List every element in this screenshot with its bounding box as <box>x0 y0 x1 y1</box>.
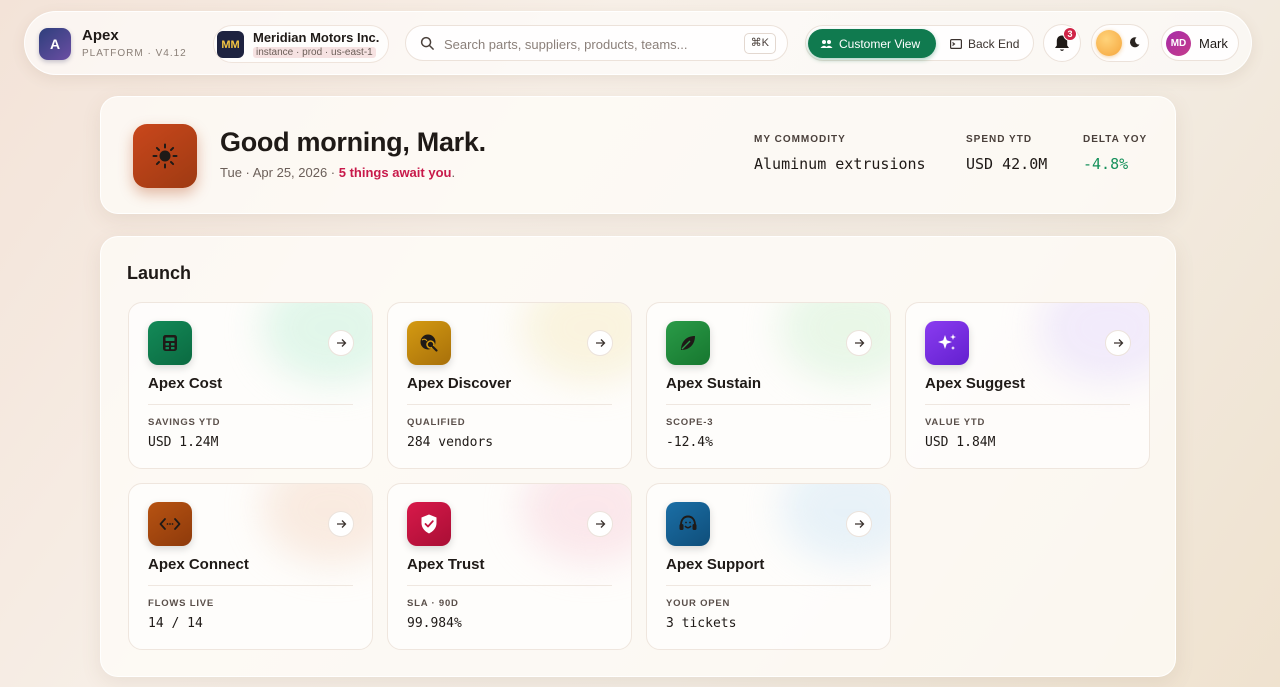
card-metric-value: 284 vendors <box>407 435 494 450</box>
brand-name: Apex <box>82 26 119 44</box>
globe-search-icon <box>407 321 451 365</box>
arrow-right-icon[interactable] <box>587 511 613 537</box>
stat-label: DELTA YOY <box>1083 134 1148 145</box>
arrow-right-icon[interactable] <box>846 330 872 356</box>
stat-delta-yoy: DELTA YOY -4.8% <box>1083 134 1147 173</box>
tenant-name: Meridian Motors Inc. <box>253 30 380 45</box>
stat-label: SPEND YTD <box>966 134 1033 145</box>
theme-toggle[interactable] <box>1091 24 1149 62</box>
card-metric-value: 3 tickets <box>666 616 737 631</box>
stat-value: USD 42.0M <box>966 155 1048 173</box>
brand[interactable]: A Apex PLATFORM · V4.12 <box>39 28 187 60</box>
stat-label: MY COMMODITY <box>754 134 846 145</box>
stat-commodity: MY COMMODITY Aluminum extrusions <box>754 134 926 173</box>
card-metric-label: VALUE YTD <box>925 417 986 428</box>
card-metric-value: 99.984% <box>407 616 462 631</box>
terminal-icon <box>950 38 962 49</box>
avatar: MD <box>1166 31 1191 56</box>
launch-card-apex-support[interactable]: Apex Support YOUR OPEN 3 tickets <box>646 483 891 650</box>
card-title: Apex Discover <box>407 375 512 392</box>
launch-card-apex-suggest[interactable]: Apex Suggest VALUE YTD USD 1.84M <box>905 302 1150 469</box>
card-metric-label: FLOWS LIVE <box>148 598 215 609</box>
shield-check-icon <box>407 502 451 546</box>
launch-card-apex-cost[interactable]: Apex Cost SAVINGS YTD USD 1.24M <box>128 302 373 469</box>
launch-panel: Launch Apex Cost SAVINGS YTD USD 1.24M A… <box>100 236 1176 677</box>
tenant-environment: instance · prod · us-east-1 <box>253 47 376 58</box>
divider <box>148 585 353 586</box>
launch-card-apex-sustain[interactable]: Apex Sustain SCOPE-3 -12.4% <box>646 302 891 469</box>
arrow-right-icon[interactable] <box>587 330 613 356</box>
greeting-subtitle: Tue · Apr 25, 2026 · 5 things await you. <box>220 165 455 180</box>
customer-view-label: Customer View <box>839 36 921 51</box>
card-metric-label: YOUR OPEN <box>666 598 731 609</box>
card-metric-value: USD 1.24M <box>148 435 219 450</box>
arrow-right-icon[interactable] <box>846 511 872 537</box>
divider <box>925 404 1130 405</box>
card-metric-value: -12.4% <box>666 435 713 450</box>
stat-spend-ytd: SPEND YTD USD 42.0M <box>966 134 1047 173</box>
notifications-button[interactable]: 3 <box>1043 24 1081 62</box>
divider <box>666 585 871 586</box>
card-title: Apex Connect <box>148 556 249 573</box>
calculator-icon <box>148 321 192 365</box>
launch-card-apex-connect[interactable]: Apex Connect FLOWS LIVE 14 / 14 <box>128 483 373 650</box>
user-name: Mark <box>1199 36 1228 51</box>
tenant-logo: MM <box>217 31 244 58</box>
sun-icon <box>133 124 197 188</box>
search-shortcut: ⌘K <box>743 33 776 54</box>
divider <box>407 585 612 586</box>
card-metric-label: QUALIFIED <box>407 417 466 428</box>
code-icon <box>148 502 192 546</box>
user-menu[interactable]: MD Mark <box>1161 25 1239 61</box>
search-icon <box>420 36 434 50</box>
greeting-title: Good morning, Mark. <box>220 127 486 157</box>
leaf-icon <box>666 321 710 365</box>
greeting-panel: Good morning, Mark. Tue · Apr 25, 2026 ·… <box>100 96 1176 214</box>
back-end-label: Back End <box>968 36 1020 51</box>
pending-items-link[interactable]: 5 things await you <box>339 165 452 180</box>
card-title: Apex Trust <box>407 556 485 573</box>
card-title: Apex Sustain <box>666 375 762 392</box>
global-search[interactable]: ⌘K <box>405 25 788 61</box>
card-metric-value: 14 / 14 <box>148 616 203 631</box>
notification-count-badge: 3 <box>1063 27 1077 41</box>
brand-version: PLATFORM · V4.12 <box>82 47 187 59</box>
card-metric-label: SAVINGS YTD <box>148 417 221 428</box>
divider <box>407 404 612 405</box>
card-metric-label: SCOPE-3 <box>666 417 714 428</box>
arrow-right-icon[interactable] <box>328 330 354 356</box>
greeting-date: Tue · Apr 25, 2026 · <box>220 165 339 180</box>
launch-title: Launch <box>127 263 192 283</box>
card-title: Apex Suggest <box>925 375 1026 392</box>
divider <box>148 404 353 405</box>
card-title: Apex Support <box>666 556 765 573</box>
launch-card-apex-trust[interactable]: Apex Trust SLA · 90D 99.984% <box>387 483 632 650</box>
divider <box>666 404 871 405</box>
customer-view-button[interactable]: Customer View <box>808 29 936 58</box>
tenant-switcher[interactable]: MM Meridian Motors Inc. instance · prod … <box>213 25 389 63</box>
search-input[interactable] <box>444 34 740 54</box>
moon-icon <box>1130 37 1140 48</box>
card-metric-value: USD 1.84M <box>925 435 996 450</box>
back-end-button[interactable]: Back End <box>944 29 1032 58</box>
sparkles-icon <box>925 321 969 365</box>
stat-value: Aluminum extrusions <box>754 155 926 173</box>
arrow-right-icon[interactable] <box>328 511 354 537</box>
brand-logo: A <box>39 28 71 60</box>
users-icon <box>820 39 833 48</box>
top-bar: A Apex PLATFORM · V4.12 MM Meridian Moto… <box>24 11 1252 75</box>
view-toggle: Customer View Back End <box>805 25 1034 61</box>
launch-card-apex-discover[interactable]: Apex Discover QUALIFIED 284 vendors <box>387 302 632 469</box>
headset-icon <box>666 502 710 546</box>
card-title: Apex Cost <box>148 375 223 392</box>
card-metric-label: SLA · 90D <box>407 598 459 609</box>
stat-value: -4.8% <box>1083 155 1129 173</box>
greeting-suffix: . <box>451 165 456 180</box>
arrow-right-icon[interactable] <box>1105 330 1131 356</box>
sun-icon <box>1096 30 1122 56</box>
